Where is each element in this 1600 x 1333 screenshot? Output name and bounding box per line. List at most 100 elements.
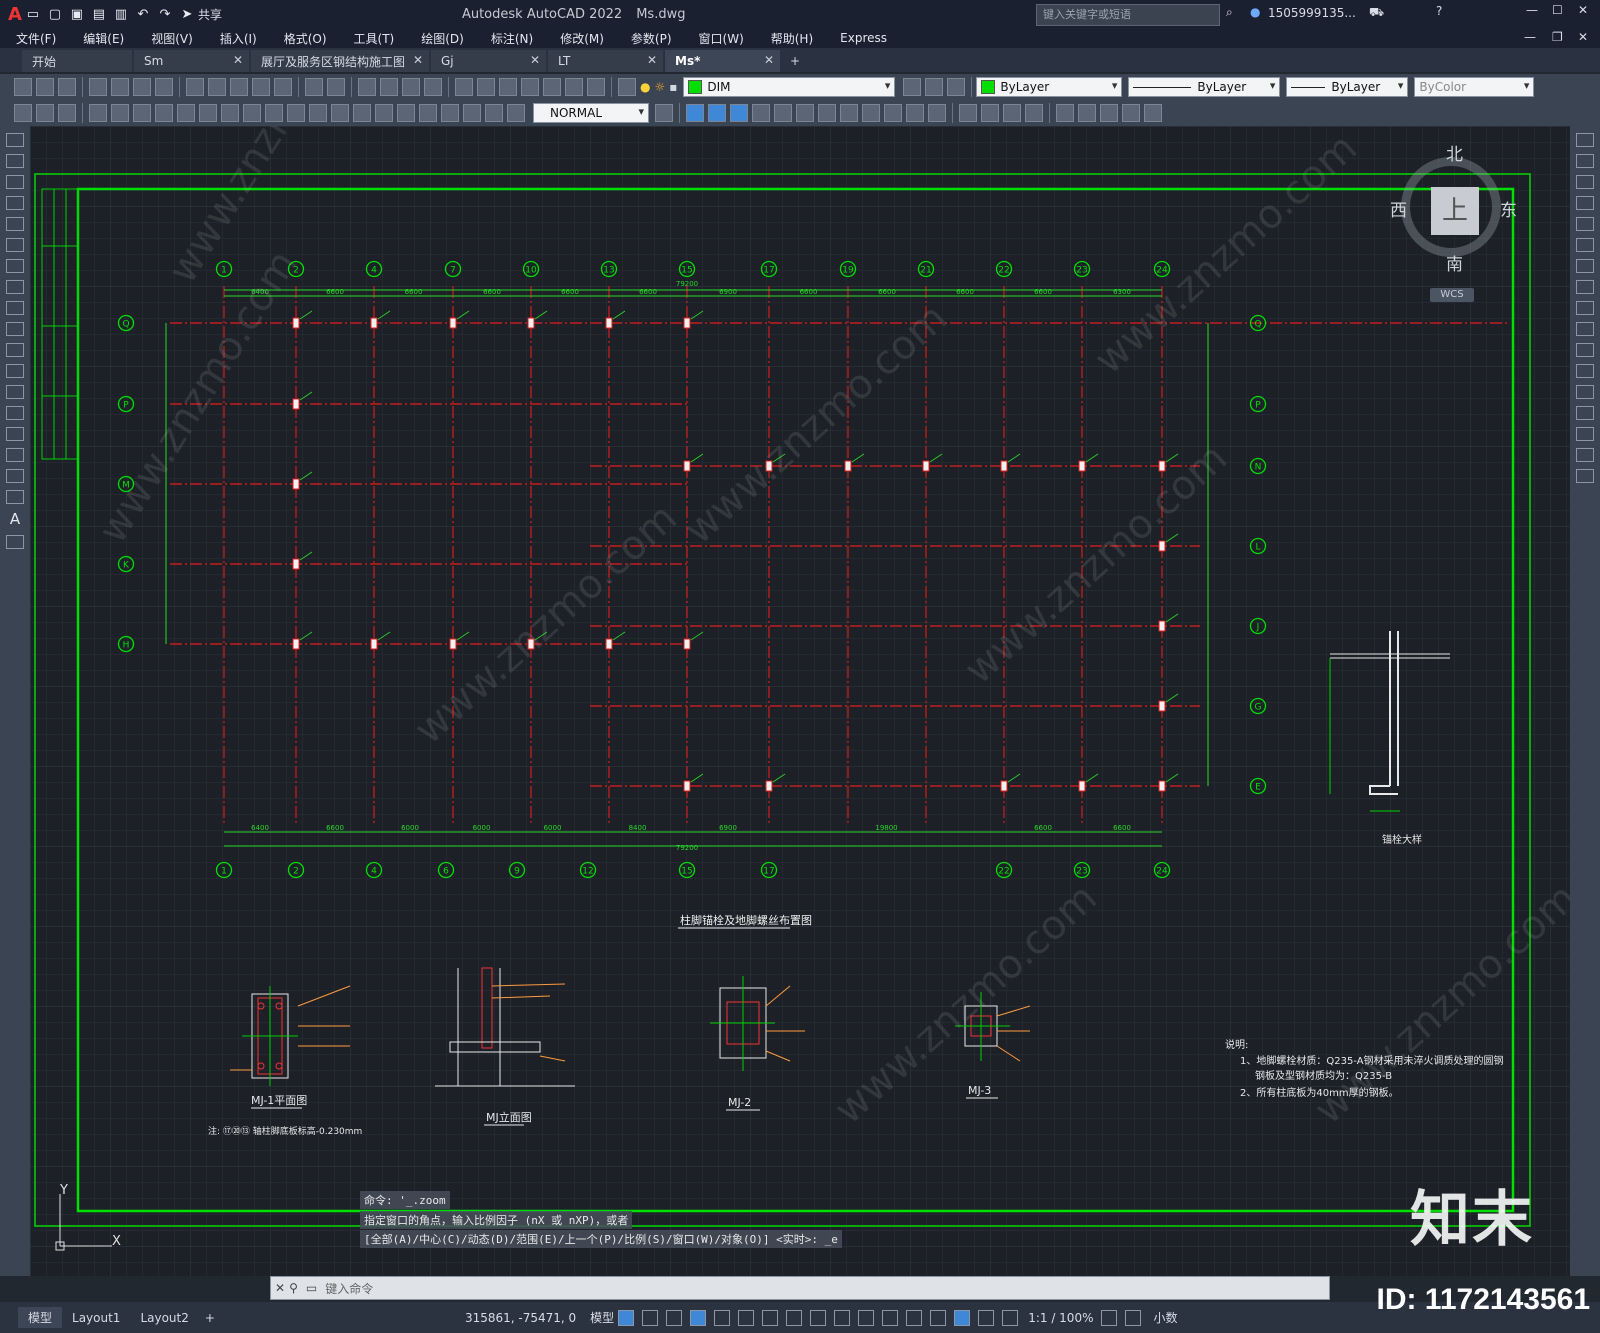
ortho-icon[interactable] xyxy=(690,1309,707,1326)
qat-saveas-icon[interactable]: ▤ xyxy=(91,6,107,22)
qat-new-icon[interactable]: ▭ xyxy=(25,6,41,22)
tab-steel-drawing[interactable]: 展厅及服务区钢结构施工图 ✕ xyxy=(251,50,429,72)
tolerance-icon[interactable] xyxy=(375,104,393,122)
qat-open-icon[interactable]: ▢ xyxy=(47,6,63,22)
layer-previous-icon[interactable] xyxy=(925,78,944,96)
undo-icon[interactable] xyxy=(305,78,323,96)
menu-express[interactable]: Express xyxy=(840,31,887,45)
qat-save-icon[interactable]: ▣ xyxy=(69,6,85,22)
break-icon[interactable] xyxy=(1576,364,1594,378)
autocad-logo-icon[interactable]: A xyxy=(8,4,22,25)
dim-space-icon[interactable] xyxy=(331,104,349,122)
color-dropdown[interactable]: ByLayer ▾ xyxy=(976,77,1123,97)
layout-tab-model[interactable]: 模型 xyxy=(18,1307,63,1328)
3d-osnap-icon[interactable] xyxy=(882,1309,899,1326)
move-icon[interactable] xyxy=(1576,238,1594,252)
units-readout[interactable]: 小数 xyxy=(1153,1309,1177,1326)
tb-icon[interactable] xyxy=(959,104,977,122)
auto-scale-icon[interactable] xyxy=(1002,1309,1019,1326)
tb-icon[interactable] xyxy=(14,104,32,122)
rectangle-icon[interactable] xyxy=(6,217,24,231)
zoom-window-icon[interactable] xyxy=(402,78,420,96)
selection-cycling-icon[interactable] xyxy=(858,1309,875,1326)
model-space-toggle[interactable]: 模型 xyxy=(590,1309,614,1326)
mtext-icon[interactable]: A xyxy=(0,510,30,528)
tb-icon[interactable] xyxy=(1122,104,1140,122)
linear-dim-icon[interactable] xyxy=(89,104,107,122)
erase-icon[interactable] xyxy=(1576,133,1594,147)
layer-dropdown[interactable]: DIM ▾ xyxy=(683,77,896,97)
compass-south[interactable]: 南 xyxy=(1446,250,1463,275)
plotstyle-dropdown[interactable]: ByColor ▾ xyxy=(1414,77,1535,97)
arc-icon[interactable] xyxy=(6,238,24,252)
layer-lock-icon[interactable]: ▪ xyxy=(669,80,677,94)
dim-style-icon[interactable] xyxy=(655,104,673,122)
tool-palettes-icon[interactable] xyxy=(499,78,517,96)
menu-window[interactable]: 窗口(W) xyxy=(699,30,744,47)
aligned-dim-icon[interactable] xyxy=(111,104,129,122)
explode-icon[interactable] xyxy=(1576,469,1594,483)
ellipse-icon[interactable] xyxy=(6,322,24,336)
maximize-button[interactable]: ☐ xyxy=(1552,3,1563,17)
tb-icon[interactable] xyxy=(774,104,792,122)
menu-view[interactable]: 视图(V) xyxy=(151,30,193,47)
qat-print-icon[interactable]: ▥ xyxy=(113,6,129,22)
qat-undo-icon[interactable]: ↶ xyxy=(135,6,151,22)
wcs-button[interactable]: WCS xyxy=(1430,288,1474,302)
new-tab-icon[interactable]: + xyxy=(790,54,800,68)
tab-gj[interactable]: Gj ✕ xyxy=(431,50,546,72)
design-center-icon[interactable] xyxy=(477,78,495,96)
ellipse-arc-icon[interactable] xyxy=(6,343,24,357)
tb-icon[interactable] xyxy=(796,104,814,122)
text-style-dropdown[interactable]: NORMAL ▾ xyxy=(533,103,649,123)
arc-length-icon[interactable] xyxy=(133,104,151,122)
menu-file[interactable]: 文件(F) xyxy=(16,30,56,47)
tb-icon[interactable] xyxy=(752,104,770,122)
search-input[interactable]: 键入关键字或短语 xyxy=(1036,4,1220,26)
annotation-visibility-icon[interactable] xyxy=(978,1309,995,1326)
qat-redo-icon[interactable]: ↷ xyxy=(157,6,173,22)
tab-lt[interactable]: LT ✕ xyxy=(548,50,663,72)
tb-icon[interactable] xyxy=(981,104,999,122)
construction-line-icon[interactable] xyxy=(6,154,24,168)
baseline-dim-icon[interactable] xyxy=(287,104,305,122)
copy-object-icon[interactable] xyxy=(1576,154,1594,168)
close-icon[interactable]: ✕ xyxy=(764,53,774,67)
grid-icon[interactable] xyxy=(618,1309,635,1326)
menu-format[interactable]: 格式(O) xyxy=(284,30,327,47)
tab-start[interactable]: 开始 xyxy=(22,50,132,72)
lineweight-dropdown[interactable]: ByLayer ▾ xyxy=(1286,77,1409,97)
spline-icon[interactable] xyxy=(6,301,24,315)
paste-icon[interactable] xyxy=(230,78,248,96)
extend-icon[interactable] xyxy=(1576,343,1594,357)
viewcube[interactable]: 上 北 南 西 东 xyxy=(1390,145,1517,275)
search-icon[interactable]: ⌕ xyxy=(1226,5,1233,20)
radius-dim-icon[interactable] xyxy=(177,104,195,122)
doc-min-icon[interactable]: — xyxy=(1524,30,1536,44)
tab-sm[interactable]: Sm ✕ xyxy=(134,50,249,72)
center-mark-icon[interactable] xyxy=(397,104,415,122)
make-block-icon[interactable] xyxy=(6,385,24,399)
zoom-realtime-icon[interactable] xyxy=(380,78,398,96)
jogged-dim-icon[interactable] xyxy=(199,104,217,122)
menu-dimension[interactable]: 标注(N) xyxy=(491,30,533,47)
tb-icon[interactable] xyxy=(1144,104,1162,122)
gizmo-icon[interactable] xyxy=(954,1309,971,1326)
quick-dim-icon[interactable] xyxy=(265,104,283,122)
copy-icon[interactable] xyxy=(208,78,226,96)
compass-north[interactable]: 北 xyxy=(1446,140,1463,165)
revcloud-icon[interactable] xyxy=(6,280,24,294)
menu-tools[interactable]: 工具(T) xyxy=(354,30,395,47)
linetype-dropdown[interactable]: ByLayer ▾ xyxy=(1128,77,1281,97)
publish-icon[interactable] xyxy=(133,78,151,96)
save-icon[interactable] xyxy=(58,78,76,96)
add-selected-icon[interactable] xyxy=(6,535,24,549)
customize-icon[interactable]: ⚲ xyxy=(289,1281,298,1295)
open-icon[interactable] xyxy=(36,78,54,96)
table-icon[interactable] xyxy=(6,490,24,504)
jogged-linear-icon[interactable] xyxy=(441,104,459,122)
match-properties-icon[interactable] xyxy=(252,78,270,96)
rotate-icon[interactable] xyxy=(1576,259,1594,273)
ordinate-dim-icon[interactable] xyxy=(155,104,173,122)
array-icon[interactable] xyxy=(1576,217,1594,231)
